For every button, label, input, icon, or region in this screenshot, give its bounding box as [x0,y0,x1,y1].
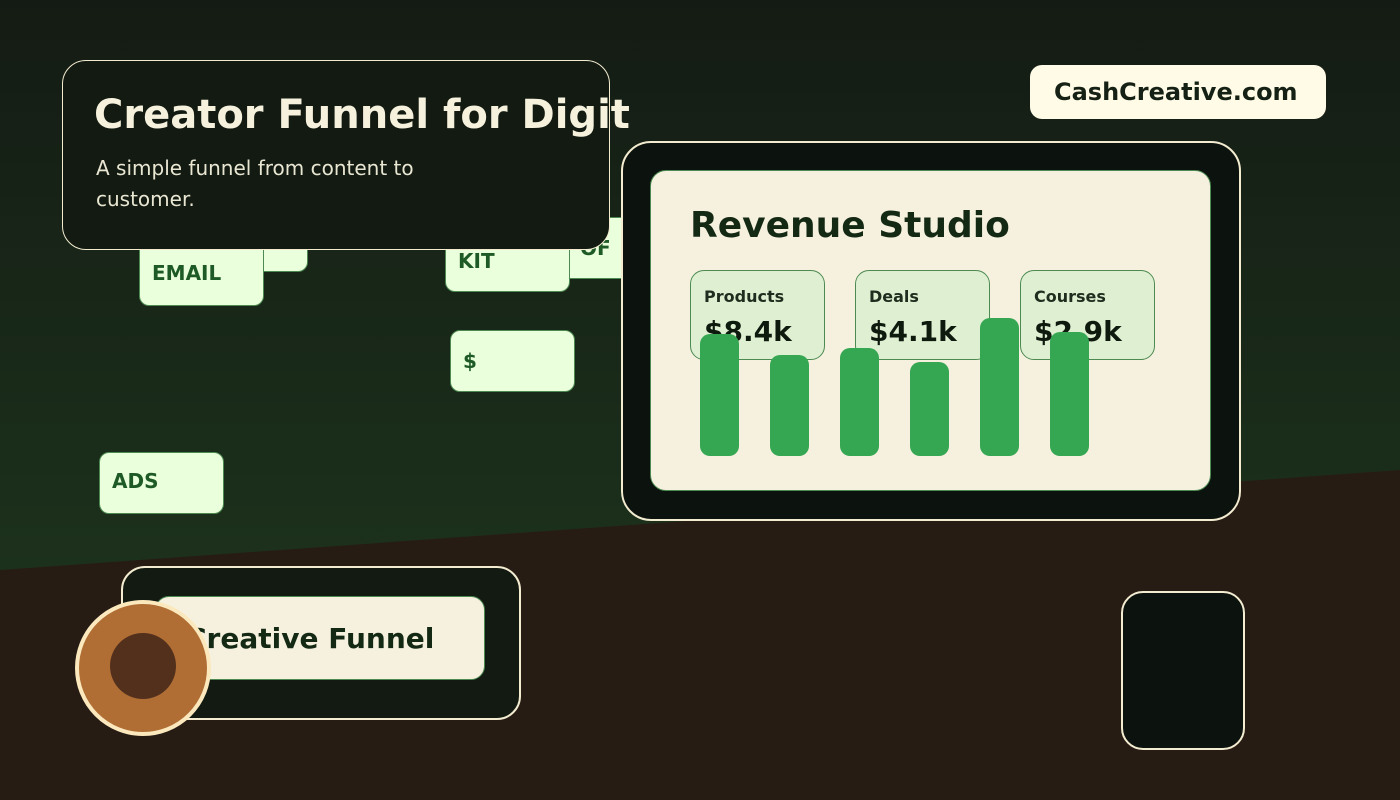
chart-bar-1 [700,334,739,456]
chart-bar-6 [1050,332,1089,456]
avatar-center [110,633,176,699]
chart-bar-4 [910,362,949,456]
chart-bar-3 [840,348,879,456]
avatar[interactable] [75,600,211,736]
chart-bar-2 [770,355,809,456]
footer-label: Creative Funnel [186,621,435,655]
chart-bar-5 [980,318,1019,456]
dark-tile[interactable] [1121,591,1245,750]
